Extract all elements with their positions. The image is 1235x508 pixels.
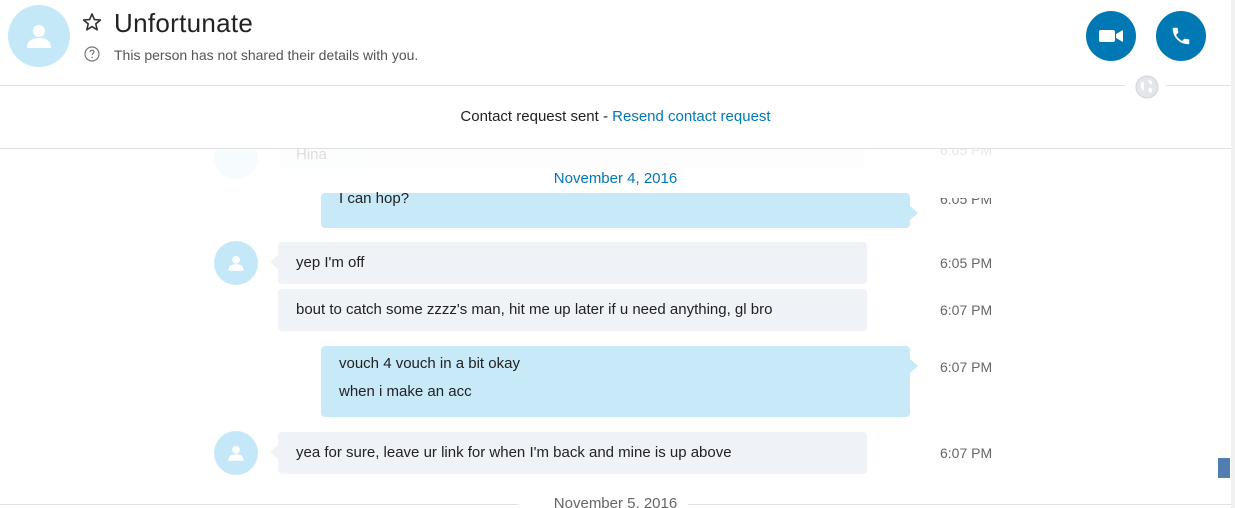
message-text: when i make an acc <box>339 383 472 400</box>
incoming-message[interactable]: bout to catch some zzzz's man, hit me up… <box>278 289 867 331</box>
video-call-button[interactable] <box>1086 11 1136 61</box>
help-icon[interactable] <box>84 46 100 62</box>
date-separator: November 5, 2016 <box>553 495 678 508</box>
scrollbar-thumb[interactable] <box>1218 458 1230 478</box>
request-status-text: Contact request sent - <box>460 108 613 125</box>
person-icon <box>27 25 51 48</box>
phone-icon <box>1172 27 1190 45</box>
conversation-header: Unfortunate This person has not shared t… <box>0 0 1231 86</box>
contact-avatar[interactable] <box>8 5 70 67</box>
message-time: 6:07 PM <box>940 445 993 461</box>
incoming-message[interactable]: yep I'm off <box>270 242 867 284</box>
video-icon <box>1099 30 1123 42</box>
resend-request-link[interactable]: Resend contact request <box>612 108 770 125</box>
message-time: 6:05 PM <box>940 255 993 271</box>
star-icon[interactable] <box>82 12 102 32</box>
date-header-overlay <box>300 149 1000 205</box>
message-list[interactable]: Hina 6:05 PM November 4, 2016 I can hop?… <box>0 149 1231 508</box>
person-icon <box>228 445 244 461</box>
sender-avatar[interactable] <box>214 431 258 475</box>
contact-name[interactable]: Unfortunate <box>114 8 253 39</box>
message-text: yep I'm off <box>296 254 365 271</box>
outgoing-message[interactable]: vouch 4 vouch in a bit okay when i make … <box>321 346 918 417</box>
scrollbar-track[interactable] <box>1231 0 1235 508</box>
message-time: 6:07 PM <box>940 359 993 375</box>
message-text: vouch 4 vouch in a bit okay <box>339 355 520 372</box>
message-text: bout to catch some zzzz's man, hit me up… <box>296 301 773 318</box>
person-icon <box>228 255 244 271</box>
message-time: 6:07 PM <box>940 302 993 318</box>
incoming-message[interactable]: yea for sure, leave ur link for when I'm… <box>270 432 867 474</box>
contact-request-bar: Contact request sent - Resend contact re… <box>0 86 1231 149</box>
audio-call-button[interactable] <box>1156 11 1206 61</box>
sender-avatar[interactable] <box>214 241 258 285</box>
contact-details-status: This person has not shared their details… <box>114 47 419 63</box>
message-text: yea for sure, leave ur link for when I'm… <box>296 444 732 461</box>
